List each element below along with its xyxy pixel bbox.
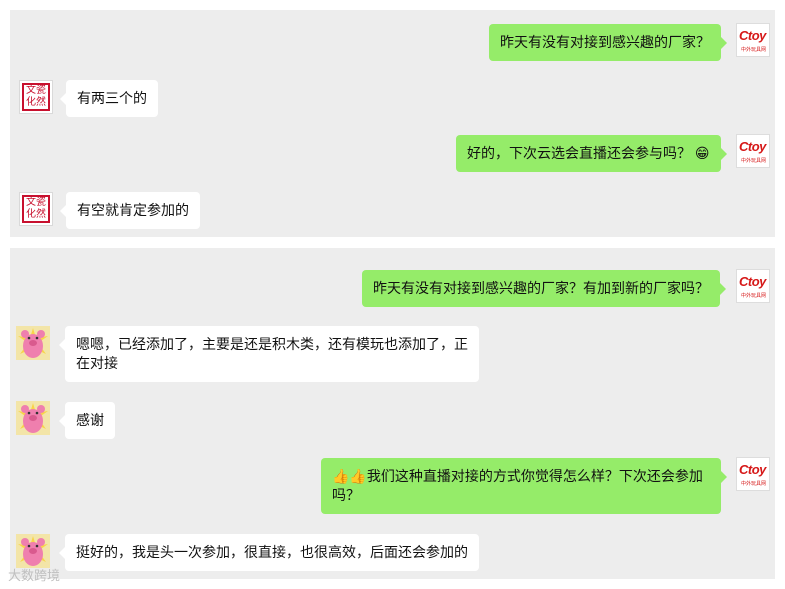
avatar-pig[interactable] bbox=[16, 326, 50, 360]
ctoy-logo: Ctoy bbox=[739, 274, 766, 289]
avatar-pig[interactable] bbox=[16, 534, 50, 568]
chat-panel-2: 昨天有没有对接到感兴趣的厂家？有加到新的厂家吗？ Ctoy 中外玩具网 嗯嗯，已… bbox=[10, 248, 775, 579]
chat-bubble-received[interactable]: 有空就肯定参加的 bbox=[60, 192, 200, 229]
chat-bubble-sent[interactable]: 👍👍我们这种直播对接的方式你觉得怎么样？下次还会参加吗？ bbox=[321, 458, 727, 514]
ctoy-logo: Ctoy bbox=[739, 139, 766, 154]
ctoy-logo-subtitle: 中外玩具网 bbox=[741, 293, 767, 299]
grin-emoji-icon: 😁 bbox=[694, 145, 710, 161]
seal-logo: 文瓷 化然 bbox=[22, 83, 50, 111]
chat-bubble-received[interactable]: 有两三个的 bbox=[60, 80, 158, 117]
seal-logo: 文瓷 化然 bbox=[22, 195, 50, 223]
avatar-ctoy[interactable]: Ctoy 中外玩具网 bbox=[736, 134, 770, 168]
chat-panel-1: 昨天有没有对接到感兴趣的厂家？ Ctoy 中外玩具网 文瓷 化然 有两三个的 好的… bbox=[10, 10, 775, 237]
chat-bubble-sent[interactable]: 好的，下次云选会直播还会参与吗？ 😁 bbox=[456, 135, 726, 172]
chat-bubble-received[interactable]: 嗯嗯，已经添加了，主要是还是积木类，还有模玩也添加了，正在对接 bbox=[59, 326, 479, 382]
chat-bubble-sent[interactable]: 昨天有没有对接到感兴趣的厂家？有加到新的厂家吗？ bbox=[362, 270, 726, 307]
pig-icon bbox=[18, 536, 48, 566]
avatar-wenyi[interactable]: 文瓷 化然 bbox=[19, 192, 53, 226]
ctoy-logo-subtitle: 中外玩具网 bbox=[741, 158, 767, 164]
message-text: 有两三个的 bbox=[77, 90, 147, 106]
avatar-wenyi[interactable]: 文瓷 化然 bbox=[19, 80, 53, 114]
chat-bubble-sent[interactable]: 昨天有没有对接到感兴趣的厂家？ bbox=[489, 24, 727, 61]
pig-icon bbox=[18, 403, 48, 433]
avatar-pig[interactable] bbox=[16, 401, 50, 435]
avatar-ctoy[interactable]: Ctoy 中外玩具网 bbox=[736, 23, 770, 57]
ctoy-logo: Ctoy bbox=[739, 462, 766, 477]
ctoy-logo: Ctoy bbox=[739, 28, 766, 43]
avatar-ctoy[interactable]: Ctoy 中外玩具网 bbox=[736, 457, 770, 491]
message-text: 有空就肯定参加的 bbox=[77, 202, 189, 218]
watermark: 大数跨境 bbox=[8, 568, 61, 583]
thumbs-up-emoji-icon: 👍👍 bbox=[332, 468, 367, 484]
message-text: 好的，下次云选会直播还会参与吗？ bbox=[467, 145, 691, 161]
ctoy-logo-subtitle: 中外玩具网 bbox=[741, 47, 767, 53]
avatar-ctoy[interactable]: Ctoy 中外玩具网 bbox=[736, 269, 770, 303]
message-text: 感谢 bbox=[76, 412, 104, 428]
chat-bubble-received[interactable]: 挺好的，我是头一次参加，很直接，也很高效，后面还会参加的 bbox=[59, 534, 479, 571]
pig-icon bbox=[18, 328, 48, 358]
message-text: 昨天有没有对接到感兴趣的厂家？有加到新的厂家吗？ bbox=[373, 280, 709, 296]
message-text: 昨天有没有对接到感兴趣的厂家？ bbox=[500, 34, 710, 50]
ctoy-logo-subtitle: 中外玩具网 bbox=[741, 481, 767, 487]
message-text: 挺好的，我是头一次参加，很直接，也很高效，后面还会参加的 bbox=[76, 544, 468, 560]
chat-bubble-received[interactable]: 感谢 bbox=[59, 402, 115, 439]
message-text: 嗯嗯，已经添加了，主要是还是积木类，还有模玩也添加了，正在对接 bbox=[76, 336, 468, 371]
message-text: 我们这种直播对接的方式你觉得怎么样？下次还会参加吗？ bbox=[332, 468, 703, 503]
